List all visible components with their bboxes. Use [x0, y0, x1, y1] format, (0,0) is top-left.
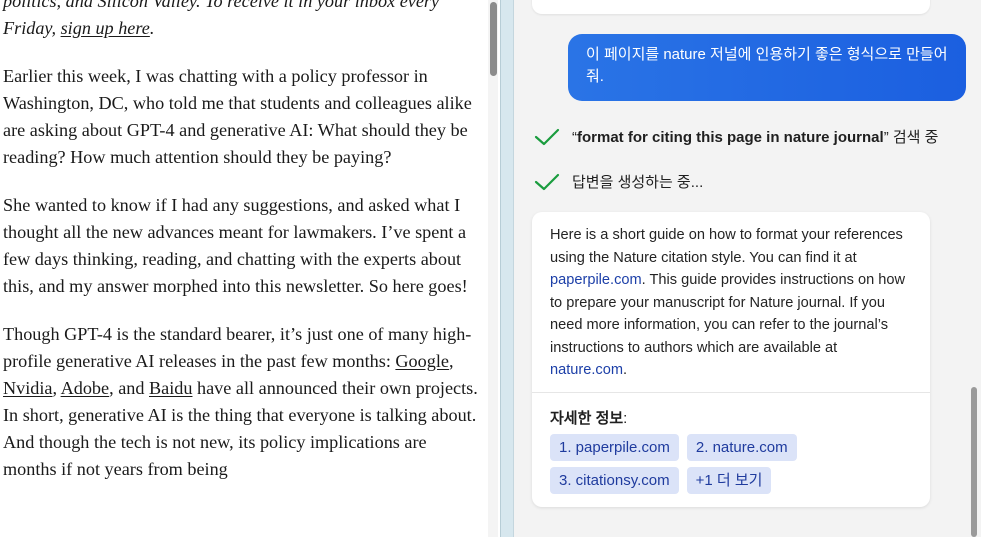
- paperpile-link[interactable]: paperpile.com: [550, 272, 642, 288]
- generating-text: 답변을 생성하는 중...: [572, 174, 704, 191]
- article-paragraph-3: Though GPT-4 is the standard bearer, it’…: [3, 321, 478, 483]
- search-status-text: “format for citing this page in nature j…: [572, 126, 938, 147]
- source-chip-nature[interactable]: 2. nature.com: [686, 433, 797, 461]
- article-paragraph-1: Earlier this week, I was chatting with a…: [3, 66, 472, 167]
- link-separator: , and: [109, 378, 150, 398]
- nature-link[interactable]: nature.com: [550, 362, 623, 378]
- status-generating: 답변을 생성하는 중...: [534, 171, 703, 192]
- answer-card: Here is a short guide on how to format y…: [532, 212, 930, 507]
- answer-text-part: .: [623, 362, 628, 378]
- status-searching: “format for citing this page in nature j…: [534, 126, 938, 147]
- article-intro: politics, and Silicon Valley. To receive…: [3, 0, 478, 42]
- nvidia-link[interactable]: Nvidia: [3, 378, 53, 398]
- chat-pane: 이 페이지를 nature 저널에 인용하기 좋은 형식으로 만들어줘. “fo…: [514, 0, 981, 537]
- source-chip-citationsy[interactable]: 3. citationsy.com: [550, 466, 679, 494]
- search-suffix: 검색 중: [888, 129, 939, 146]
- signup-link[interactable]: sign up here: [61, 18, 150, 38]
- user-message-bubble: 이 페이지를 nature 저널에 인용하기 좋은 형식으로 만들어줘.: [568, 34, 966, 101]
- more-info-colon: :: [623, 409, 628, 427]
- article-scrollbar[interactable]: [488, 0, 498, 537]
- article-text: politics, and Silicon Valley. To receive…: [3, 0, 478, 504]
- chat-scrollbar-thumb[interactable]: [971, 387, 977, 537]
- intro-line-1: politics, and Silicon Valley. To receive…: [3, 0, 440, 11]
- article-paragraph-2: She wanted to know if I had any suggesti…: [3, 195, 468, 296]
- checkmark-icon: [534, 128, 560, 145]
- source-chip-paperpile[interactable]: 1. paperpile.com: [550, 433, 679, 461]
- article-scrollbar-thumb[interactable]: [490, 2, 497, 76]
- adobe-link[interactable]: Adobe: [61, 378, 110, 398]
- source-chips: 1. paperpile.com 2. nature.com 3. citati…: [532, 433, 868, 494]
- pane-resize-handle[interactable]: [500, 0, 514, 537]
- link-separator: ,: [448, 351, 454, 371]
- google-link[interactable]: Google: [395, 351, 449, 371]
- previous-message-card: [532, 0, 930, 14]
- answer-text: Here is a short guide on how to format y…: [532, 212, 930, 392]
- intro-line-2-suffix: .: [149, 18, 155, 38]
- answer-text-part: Here is a short guide on how to format y…: [550, 227, 903, 266]
- baidu-link[interactable]: Baidu: [149, 378, 192, 398]
- link-separator: ,: [52, 378, 61, 398]
- search-query: format for citing this page in nature jo…: [577, 129, 884, 146]
- checkmark-icon: [534, 173, 560, 190]
- more-info-label: 자세한 정보: [550, 409, 624, 427]
- article-pane: politics, and Silicon Valley. To receive…: [0, 0, 488, 537]
- more-info-heading: 자세한 정보:: [532, 393, 930, 434]
- intro-line-2-prefix: Friday,: [3, 18, 61, 38]
- show-more-sources-button[interactable]: +1 더 보기: [686, 466, 772, 494]
